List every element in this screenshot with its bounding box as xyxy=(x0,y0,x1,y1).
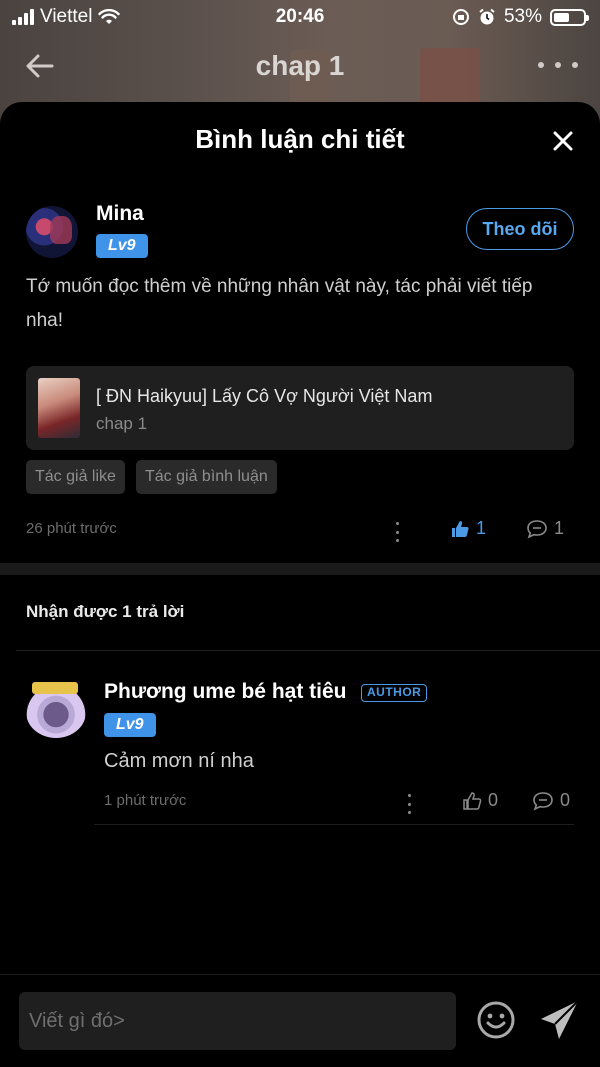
reply-reply-button[interactable]: 0 xyxy=(532,790,570,811)
reply-like-count: 0 xyxy=(488,790,499,810)
comment-user-name[interactable]: Mina xyxy=(96,202,144,226)
sheet-title: Bình luận chi tiết xyxy=(195,124,405,154)
comment-text: Tớ muốn đọc thêm về những nhân vật này, … xyxy=(26,276,533,331)
divider xyxy=(0,974,600,975)
chapter-card[interactable]: [ ĐN Haikyuu] Lấy Cô Vợ Người Việt Nam c… xyxy=(26,366,574,450)
battery-icon xyxy=(550,8,589,26)
reply-count-button[interactable]: 1 xyxy=(526,518,564,539)
send-icon[interactable] xyxy=(538,997,582,1043)
comment-timestamp: 26 phút trước xyxy=(26,520,117,537)
reply-user-name[interactable]: Phương ume bé hạt tiêu xyxy=(104,680,346,704)
tag-author-like: Tác giả like xyxy=(26,460,125,494)
reply-timestamp: 1 phút trước xyxy=(104,792,187,809)
level-badge: Lv9 xyxy=(96,234,148,258)
author-badge: AUTHOR xyxy=(361,684,428,702)
avatar-frame-decoration xyxy=(32,682,78,694)
comment-options-icon[interactable] xyxy=(394,522,400,542)
tag-author-comment: Tác giả bình luận xyxy=(136,460,277,494)
follow-button[interactable]: Theo dõi xyxy=(466,208,574,250)
more-options-icon[interactable] xyxy=(538,50,578,80)
reply-text: Cảm mơn ní nha xyxy=(104,750,254,772)
divider xyxy=(16,650,600,651)
top-nav: chap 1 xyxy=(0,40,600,96)
comment-detail-sheet: Bình luận chi tiết Mina Lv9 Theo dõi Tớ … xyxy=(0,102,600,1067)
thumbs-up-outline-icon xyxy=(463,791,482,810)
speech-bubble-icon xyxy=(533,791,553,811)
reply-reply-count: 0 xyxy=(560,790,571,810)
rotation-lock-icon xyxy=(452,9,469,25)
chapter-card-title: [ ĐN Haikyuu] Lấy Cô Vợ Người Việt Nam xyxy=(96,386,433,406)
avatar[interactable] xyxy=(26,206,78,258)
reply-count: 1 xyxy=(554,518,565,538)
speech-bubble-icon xyxy=(527,519,547,539)
close-icon[interactable] xyxy=(550,128,576,154)
thumbs-up-icon xyxy=(452,520,469,537)
comment-input[interactable] xyxy=(19,992,456,1050)
divider xyxy=(94,824,574,825)
like-count: 1 xyxy=(476,518,487,538)
screen: Viettel 20:46 53% chap 1 Bình luận chi t… xyxy=(0,0,600,1067)
like-button[interactable]: 1 xyxy=(450,518,486,539)
battery-percent: 53% xyxy=(503,6,542,27)
status-right: 53% xyxy=(452,6,589,28)
chapter-thumbnail xyxy=(38,378,80,438)
replies-header: Nhận được 1 trả lời xyxy=(26,602,185,621)
level-badge: Lv9 xyxy=(104,713,156,737)
section-divider xyxy=(0,563,600,575)
reply-like-button[interactable]: 0 xyxy=(462,790,498,811)
chapter-card-subtitle: chap 1 xyxy=(96,414,148,433)
emoji-icon[interactable] xyxy=(474,998,518,1042)
page-title: chap 1 xyxy=(255,50,345,81)
reply-options-icon[interactable] xyxy=(406,794,412,814)
alarm-icon xyxy=(479,8,495,25)
status-bar: Viettel 20:46 53% xyxy=(0,0,600,34)
